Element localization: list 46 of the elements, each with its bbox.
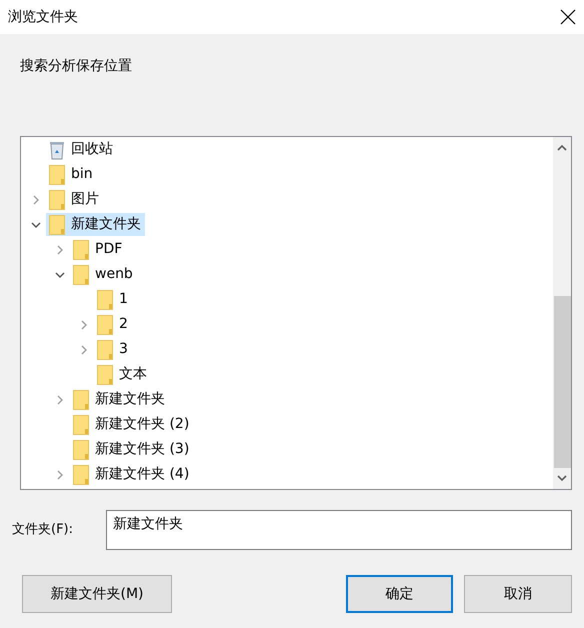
tree-item[interactable]: 图片 [46, 188, 103, 211]
folder-icon [73, 390, 89, 410]
recycle-bin-icon [49, 140, 65, 160]
chevron-down-icon[interactable] [55, 270, 65, 280]
close-icon[interactable] [560, 9, 576, 25]
scroll-thumb[interactable] [554, 296, 570, 468]
tree-item[interactable]: PDF [70, 238, 126, 261]
folder-icon [49, 164, 65, 184]
window-title: 浏览文件夹 [8, 8, 78, 26]
tree-item[interactable]: 3 [94, 338, 132, 361]
dialog-button[interactable]: 取消 [464, 575, 572, 613]
tree-item[interactable]: wenb [70, 263, 137, 286]
tree-item[interactable]: 新建文件夹 (2) [70, 413, 194, 436]
chevron-right-icon[interactable] [55, 244, 65, 254]
folder-label: 文件夹(F): [12, 521, 74, 540]
folder-icon [97, 290, 113, 310]
chevron-right-icon[interactable] [79, 344, 89, 354]
folder-icon [73, 464, 89, 484]
chevron-right-icon[interactable] [79, 320, 89, 330]
tree-item[interactable]: 新建文件夹 [46, 213, 145, 236]
tree-item[interactable]: 2 [94, 313, 132, 336]
folder-icon [97, 364, 113, 384]
chevron-down-icon[interactable] [31, 220, 41, 230]
folder-icon [73, 264, 89, 284]
tree-item[interactable]: bin [46, 163, 97, 186]
tree-item[interactable]: 新建文件夹 [70, 388, 169, 411]
folder-icon [97, 340, 113, 360]
dialog-button[interactable]: 新建文件夹(M) [22, 575, 172, 613]
folder-icon [49, 214, 65, 234]
tree-item[interactable]: 1 [94, 288, 132, 311]
dialog-button[interactable]: 确定 [346, 575, 453, 613]
chevron-right-icon[interactable] [55, 394, 65, 404]
chevron-right-icon[interactable] [31, 194, 41, 204]
folder-icon [49, 190, 65, 210]
chevron-right-icon[interactable] [55, 470, 65, 480]
folder-icon [73, 440, 89, 460]
tree-item[interactable]: 新建文件夹 (4) [70, 463, 194, 486]
tree-item[interactable]: 回收站 [46, 138, 117, 161]
instruction-text: 搜索分析保存位置 [20, 58, 132, 74]
tree-item[interactable]: 新建文件夹 (3) [70, 438, 194, 461]
folder-icon [73, 414, 89, 434]
scrollbar[interactable] [553, 137, 571, 489]
tree-item[interactable]: 文本 [94, 363, 151, 386]
folder-icon [73, 240, 89, 260]
folder-icon [97, 314, 113, 334]
folder-input-field[interactable]: 新建文件夹 [106, 510, 572, 550]
